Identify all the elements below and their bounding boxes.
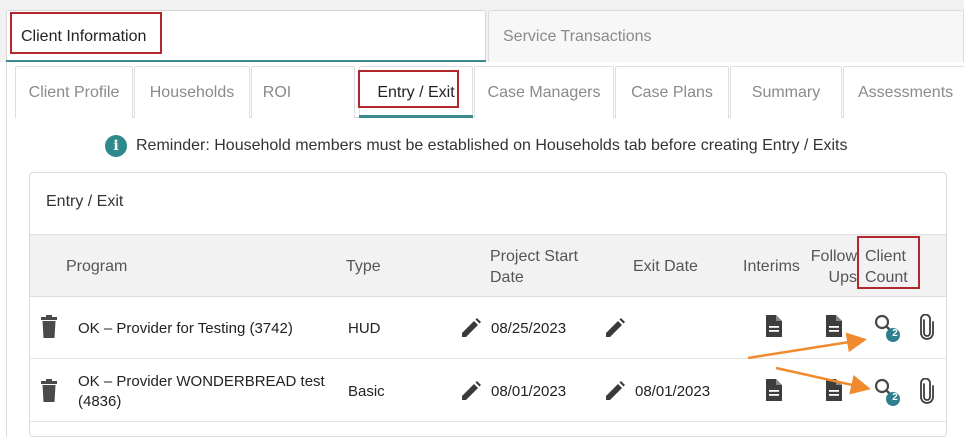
info-icon: i <box>105 135 127 157</box>
document-icon[interactable] <box>825 378 843 402</box>
active-subtab-indicator <box>359 115 473 118</box>
tab-case-managers[interactable]: Case Managers <box>474 66 614 118</box>
document-icon[interactable] <box>765 314 783 338</box>
project-start-date: 08/01/2023 <box>491 383 567 400</box>
column-header-exit-date: Exit Date <box>633 258 698 275</box>
tab-label: Service Transactions <box>503 27 652 45</box>
program-name[interactable]: OK – Provider for Testing (3742) <box>78 319 293 339</box>
client-count-badge: 2 <box>892 392 898 403</box>
header-line: Project Start <box>490 248 579 265</box>
tab-client-information[interactable]: Client Information <box>6 10 486 62</box>
column-header-program: Program <box>66 258 128 275</box>
tab-assessments[interactable]: Assessments <box>843 66 964 118</box>
column-header-interims: Interims <box>743 258 800 275</box>
tab-label: Entry / Exit <box>377 83 455 101</box>
top-tab-bar: Client Information Service Transactions <box>0 0 964 62</box>
trash-icon[interactable] <box>40 379 58 403</box>
tab-label: Client Information <box>21 27 147 45</box>
program-type: HUD <box>348 320 381 337</box>
program-name-line: (4836) <box>78 393 122 410</box>
column-header-project-start-date: Project Start Date <box>490 246 578 288</box>
header-line: Client <box>865 248 906 265</box>
client-count-badge: 2 <box>892 328 898 339</box>
tab-label: ROI <box>262 83 292 101</box>
reminder-message: i Reminder: Household members must be es… <box>105 134 847 158</box>
tab-entry-exit[interactable]: Entry / Exit <box>359 66 473 118</box>
attachment-icon[interactable] <box>920 378 934 404</box>
tab-roi[interactable]: ROI <box>251 66 355 118</box>
tab-label: Households <box>149 83 235 101</box>
card-title: Entry / Exit <box>46 193 124 210</box>
tab-summary[interactable]: Summary <box>730 66 842 118</box>
client-information-panel: Client Profile Households ROI Entry / Ex… <box>6 62 964 437</box>
table-row: OK – Provider WONDERBREAD test (4836) Ba… <box>30 360 946 422</box>
column-header-client-count: Client Count <box>865 246 908 288</box>
program-name[interactable]: OK – Provider WONDERBREAD test (4836) <box>78 372 325 412</box>
exit-date: 08/01/2023 <box>635 383 711 400</box>
document-icon[interactable] <box>765 378 783 402</box>
trash-icon[interactable] <box>40 315 58 339</box>
sub-tab-bar: Client Profile Households ROI Entry / Ex… <box>15 66 964 118</box>
tab-client-profile[interactable]: Client Profile <box>15 66 133 118</box>
reminder-text: Reminder: Household members must be esta… <box>136 137 848 154</box>
header-line: Follow <box>810 248 857 265</box>
program-name-line: OK – Provider WONDERBREAD test <box>78 373 325 390</box>
edit-pencil-icon[interactable] <box>604 317 626 339</box>
document-icon[interactable] <box>825 314 843 338</box>
header-line: Ups <box>828 269 857 286</box>
edit-pencil-icon[interactable] <box>460 380 482 402</box>
column-header-follow-ups: Follow Ups <box>809 246 857 288</box>
header-line: Count <box>865 269 908 286</box>
tab-households[interactable]: Households <box>134 66 250 118</box>
tab-case-plans[interactable]: Case Plans <box>615 66 729 118</box>
tab-label: Client Profile <box>28 83 120 101</box>
column-header-type: Type <box>346 258 381 275</box>
tab-label: Assessments <box>858 83 954 101</box>
entry-exit-card: Entry / Exit Program Type Project Start … <box>29 172 947 437</box>
edit-pencil-icon[interactable] <box>604 380 626 402</box>
tab-service-transactions[interactable]: Service Transactions <box>488 10 964 62</box>
program-type: Basic <box>348 383 385 400</box>
project-start-date: 08/25/2023 <box>491 320 567 337</box>
tab-label: Case Plans <box>631 83 713 101</box>
header-line: Date <box>490 269 524 286</box>
tab-label: Summary <box>751 83 821 101</box>
table-header: Program Type Project Start Date Exit Dat… <box>30 234 946 297</box>
table-row: OK – Provider for Testing (3742) HUD 08/… <box>30 297 946 359</box>
edit-pencil-icon[interactable] <box>460 317 482 339</box>
tab-label: Case Managers <box>487 83 601 101</box>
attachment-icon[interactable] <box>920 314 934 340</box>
